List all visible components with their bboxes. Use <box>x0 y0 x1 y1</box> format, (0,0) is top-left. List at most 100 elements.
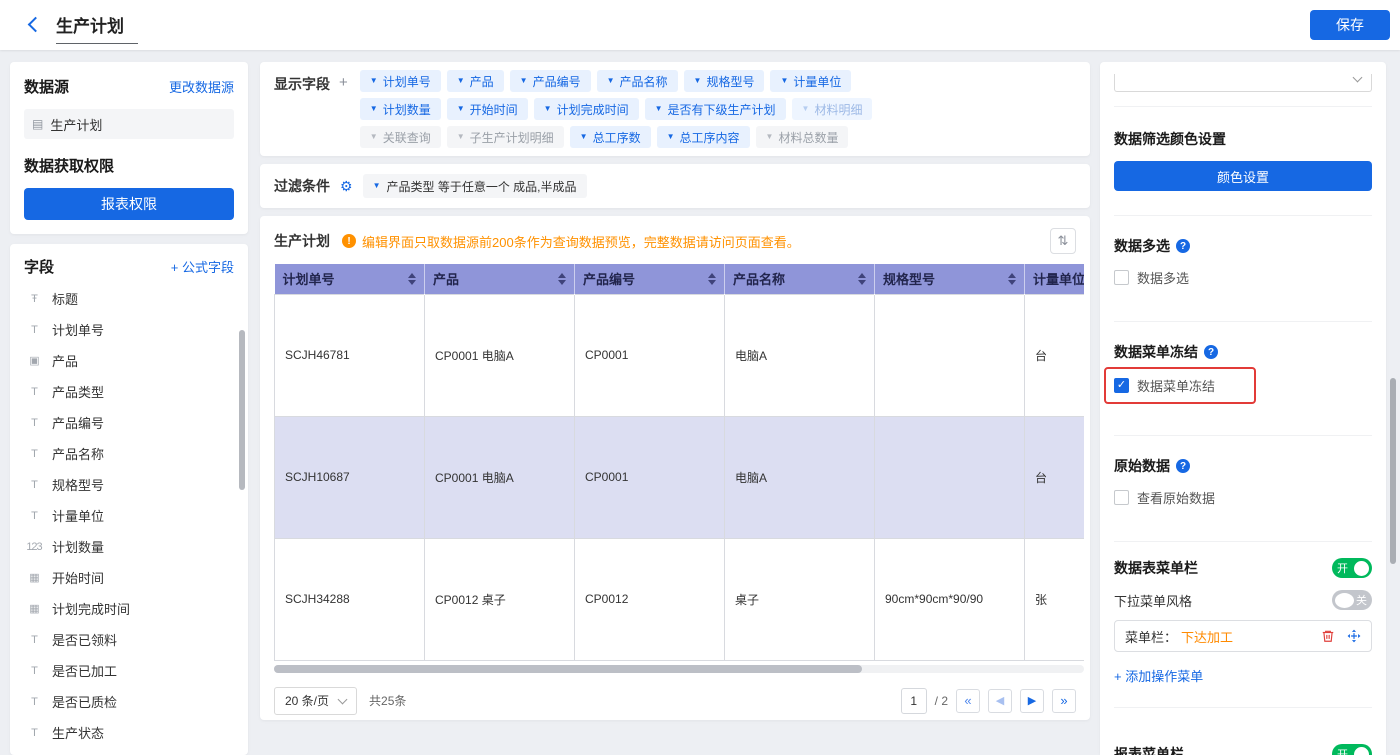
field-item[interactable]: T产品名称 <box>24 438 234 469</box>
display-field-chip[interactable]: ▼是否有下级生产计划 <box>645 98 786 120</box>
display-field-chip[interactable]: ▼总工序内容 <box>657 126 750 148</box>
table-menubar-toggle[interactable]: 开 <box>1332 558 1372 578</box>
add-formula-field-link[interactable]: + 公式字段 <box>171 257 234 276</box>
check-icon: ✓ <box>1117 380 1126 391</box>
dropdown-select[interactable] <box>1114 74 1372 92</box>
checkbox-checked[interactable]: ✓ <box>1114 378 1129 393</box>
report-permission-button[interactable]: 报表权限 <box>24 188 234 220</box>
datasource-item[interactable]: ▤ 生产计划 <box>24 109 234 139</box>
column-header-label: 计量单位 <box>1033 269 1084 288</box>
dropdown-style-label: 下拉菜单风格 <box>1114 591 1332 610</box>
move-icon[interactable] <box>1347 629 1361 643</box>
page-size-value: 20 条/页 <box>285 692 329 709</box>
display-field-chip[interactable]: ▼产品 <box>447 70 504 92</box>
field-item[interactable]: T是否已领料 <box>24 624 234 655</box>
prev-page-button[interactable]: ◀ <box>988 689 1012 713</box>
report-menubar-toggle[interactable]: 开 <box>1332 744 1372 755</box>
display-field-chip[interactable]: ▼总工序数 <box>570 126 651 148</box>
checkbox-unchecked[interactable] <box>1114 270 1129 285</box>
sort-button[interactable]: ⇅ <box>1050 228 1076 254</box>
field-item[interactable]: T计划单号 <box>24 314 234 345</box>
report-title-input[interactable]: 生产计划 <box>56 12 138 44</box>
menu-freeze-label: 数据菜单冻结 <box>1114 342 1198 362</box>
display-field-chip[interactable]: ▼计量单位 <box>770 70 851 92</box>
display-field-chip[interactable]: ▼计划完成时间 <box>534 98 639 120</box>
display-field-chips: ▼计划单号 ▼产品 ▼产品编号 ▼产品名称 ▼规格型号 ▼计量单位 ▼计划数量 … <box>360 70 873 148</box>
menu-freeze-checkbox-row[interactable]: ✓ 数据菜单冻结 <box>1114 376 1215 395</box>
display-field-chip[interactable]: ▼开始时间 <box>447 98 528 120</box>
toggle-label: 开 <box>1335 560 1350 576</box>
raw-data-checkbox-row[interactable]: 查看原始数据 <box>1114 488 1215 507</box>
color-settings-button[interactable]: 颜色设置 <box>1114 161 1372 191</box>
question-icon[interactable]: ? <box>1204 345 1218 359</box>
display-field-chip[interactable]: ▼关联查询 <box>360 126 441 148</box>
table-cell: 张 <box>1025 538 1085 660</box>
last-page-button[interactable]: » <box>1052 689 1076 713</box>
display-field-chip[interactable]: ▼材料明细 <box>792 98 873 120</box>
display-fields-title: 显示字段 <box>274 74 330 94</box>
field-item[interactable]: T产品类型 <box>24 376 234 407</box>
field-item[interactable]: ▦开始时间 <box>24 562 234 593</box>
field-item[interactable]: Ŧ标题 <box>24 283 234 314</box>
chip-label: 总工序内容 <box>680 129 740 146</box>
datasource-title: 数据源 <box>24 76 69 97</box>
display-field-chip[interactable]: ▼产品名称 <box>597 70 678 92</box>
filter-condition-chip[interactable]: ▼ 产品类型 等于任意一个 成品,半成品 <box>363 174 587 198</box>
field-item[interactable]: ▦计划完成时间 <box>24 593 234 624</box>
chevron-down-icon: ▼ <box>373 182 381 190</box>
question-icon[interactable]: ? <box>1176 239 1190 253</box>
field-item[interactable]: T生产状态 <box>24 717 234 748</box>
trash-icon[interactable] <box>1321 629 1335 643</box>
checkbox-unchecked[interactable] <box>1114 490 1129 505</box>
field-item[interactable]: T计量单位 <box>24 500 234 531</box>
field-label: 是否已领料 <box>52 630 117 649</box>
display-field-chip[interactable]: ▼计划单号 <box>360 70 441 92</box>
save-button[interactable]: 保存 <box>1310 10 1390 40</box>
color-settings-label: 数据筛选颜色设置 <box>1114 129 1226 149</box>
display-field-chip[interactable]: ▼材料总数量 <box>756 126 849 148</box>
field-item[interactable]: ▣产品 <box>24 345 234 376</box>
chip-label: 总工序数 <box>593 129 641 146</box>
form-icon: ▤ <box>32 117 43 131</box>
first-page-button[interactable]: « <box>956 689 980 713</box>
chip-label: 材料明细 <box>814 101 862 118</box>
table-cell: CP0001 电脑A <box>425 294 575 416</box>
gear-icon[interactable]: ⚙ <box>340 178 353 195</box>
field-label: 计划单号 <box>52 320 104 339</box>
add-action-menu-link[interactable]: + 添加操作菜单 <box>1114 666 1372 685</box>
back-icon[interactable] <box>28 17 44 33</box>
field-item[interactable]: T产品编号 <box>24 407 234 438</box>
column-header[interactable]: 产品名称 <box>725 264 875 294</box>
scrollbar-thumb[interactable] <box>274 665 862 673</box>
dropdown-style-toggle[interactable]: 关 <box>1332 590 1372 610</box>
multi-select-label: 数据多选 <box>1114 236 1170 256</box>
display-field-chip[interactable]: ▼规格型号 <box>684 70 765 92</box>
text-icon: T <box>24 510 44 522</box>
multi-select-checkbox-row[interactable]: 数据多选 <box>1114 268 1189 287</box>
dropdown-style-row: 下拉菜单风格 关 <box>1114 590 1372 610</box>
change-datasource-link[interactable]: 更改数据源 <box>169 77 234 96</box>
checkbox-label: 数据菜单冻结 <box>1137 376 1215 395</box>
column-header[interactable]: 产品 <box>425 264 575 294</box>
column-header[interactable]: 计量单位 <box>1025 264 1085 294</box>
fields-scrollbar-thumb[interactable] <box>239 330 245 490</box>
column-header[interactable]: 规格型号 <box>875 264 1025 294</box>
text-icon: T <box>24 479 44 491</box>
field-item[interactable]: T规格型号 <box>24 469 234 500</box>
field-item[interactable]: T是否已质检 <box>24 686 234 717</box>
field-item[interactable]: T是否已加工 <box>24 655 234 686</box>
settings-panel: 数据筛选颜色设置 颜色设置 数据多选 ? 数据多选 数据菜单冻结 ? ✓ 数据菜… <box>1100 62 1386 755</box>
page-size-select[interactable]: 20 条/页 <box>274 687 357 715</box>
column-header[interactable]: 产品编号 <box>575 264 725 294</box>
display-field-chip[interactable]: ▼子生产计划明细 <box>447 126 564 148</box>
field-item[interactable]: 123计划数量 <box>24 531 234 562</box>
sort-arrows-icon <box>558 273 566 285</box>
next-page-button[interactable]: ▶ <box>1020 689 1044 713</box>
question-icon[interactable]: ? <box>1176 459 1190 473</box>
display-field-chip[interactable]: ▼计划数量 <box>360 98 441 120</box>
page-scrollbar-thumb[interactable] <box>1390 378 1396 564</box>
column-header[interactable]: 计划单号 <box>275 264 425 294</box>
display-field-chip[interactable]: ▼产品编号 <box>510 70 591 92</box>
raw-data-title: 原始数据 ? <box>1114 456 1372 476</box>
add-display-field-icon[interactable]: + <box>339 74 348 91</box>
